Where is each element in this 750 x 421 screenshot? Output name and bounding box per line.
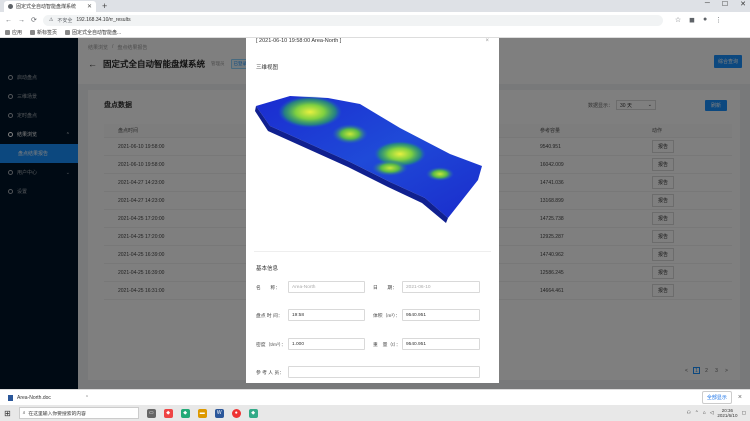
download-bar-close-icon[interactable]: × <box>738 394 742 401</box>
browser-tab[interactable]: 固定式全自动智能盘煤系统 ✕ <box>4 1 96 12</box>
3d-surface-view[interactable] <box>250 82 490 248</box>
taskbar: ⊞ ⌕ 在这里输入你要搜索的内容 ▭ ◆ ◆ ▬ W ● ◆ ⚇ ⌃ ⌂ ◁ 2… <box>0 405 750 421</box>
new-tab-button[interactable]: + <box>102 1 107 11</box>
windows-start-icon[interactable]: ⊞ <box>4 409 11 418</box>
report-modal: [ 2021-06-10 19:58:00 Area-North ] × 三维视… <box>246 38 499 383</box>
time-label: 盘点 时 间： <box>256 314 283 319</box>
form-row-density-weight: 密度（t/m³）： 1.000 重 量（t）： 9540.951 <box>256 338 489 351</box>
address-bar[interactable]: ⚠ 不安全 192.168.34.10/rr_results <box>42 14 663 26</box>
download-item[interactable]: Area-North.doc ⌃ <box>8 394 89 401</box>
extension-icon[interactable]: ◼ <box>689 16 695 24</box>
task-view-icon[interactable]: ▭ <box>146 408 156 418</box>
page-icon <box>30 30 36 35</box>
apps-grid-icon <box>5 30 10 35</box>
volume-icon[interactable]: ◁ <box>710 411 714 416</box>
maximize-icon[interactable]: ☐ <box>722 0 728 8</box>
globe-icon <box>65 30 71 35</box>
word-icon[interactable]: W <box>214 408 224 418</box>
search-icon: ⌕ <box>22 411 26 416</box>
window-close-icon[interactable]: ✕ <box>740 0 746 8</box>
clock-date: 2021/6/10 <box>717 413 738 418</box>
url-text: 192.168.34.10/rr_results <box>76 17 131 23</box>
address-bar-row: ← → ⟳ ⚠ 不安全 192.168.34.10/rr_results ☆ ◼… <box>0 12 750 29</box>
people-icon[interactable]: ⚇ <box>686 411 690 416</box>
modal-header: [ 2021-06-10 19:58:00 Area-North ] × <box>246 38 499 45</box>
word-doc-icon <box>8 394 13 401</box>
reference-label: 参 考 人 员： <box>256 371 284 376</box>
tab-title: 固定式全自动智能盘煤系统 <box>16 4 77 10</box>
density-field[interactable]: 1.000 <box>288 338 365 350</box>
form-row-time-volume: 盘点 时 间： 19:58 体积（m³）： 9540.951 <box>256 309 489 322</box>
tab-favicon-icon <box>8 4 13 9</box>
volume-field[interactable]: 9540.951 <box>402 309 480 321</box>
taskbar-search[interactable]: ⌕ 在这里输入你要搜索的内容 <box>18 407 139 419</box>
bookmarks-bar: 应用 新标签页 固定式全自动智能盘... <box>0 28 750 38</box>
insecure-label: 不安全 <box>57 17 73 24</box>
bookmark-label: 固定式全自动智能盘... <box>72 30 122 36</box>
density-label: 密度（t/m³）： <box>256 343 286 348</box>
minimize-icon[interactable]: ─ <box>705 0 710 8</box>
modal-title: [ 2021-06-10 19:58:00 Area-North ] <box>256 38 342 44</box>
bookmark-label: 应用 <box>12 30 23 36</box>
reference-field[interactable] <box>288 366 480 378</box>
surface-peak <box>372 160 408 176</box>
bookmark-apps[interactable]: 应用 <box>5 29 22 36</box>
app-icon[interactable]: ◆ <box>248 408 258 418</box>
browser-tab-bar: 固定式全自动智能盘煤系统 ✕ + ─ ☐ ✕ <box>0 0 750 12</box>
volume-label: 体积（m³）： <box>373 314 401 319</box>
download-filename: Area-North.doc <box>17 394 51 401</box>
date-field[interactable]: 2021-06-10 <box>402 281 480 293</box>
taskbar-clock[interactable]: 20:36 2021/6/10 <box>717 408 737 419</box>
insecure-warning-icon: ⚠ <box>48 17 54 23</box>
forward-arrow-icon[interactable]: → <box>18 17 25 24</box>
form-row-name-date: 名 称： Area-North 日 期： 2021-06-10 <box>256 281 489 294</box>
weight-label: 重 量（t）： <box>373 343 401 348</box>
bookmark-label: 新标签页 <box>37 30 58 36</box>
window-controls: ─ ☐ ✕ <box>705 0 746 8</box>
chevron-up-icon[interactable]: ⌃ <box>695 411 699 416</box>
weight-field[interactable]: 9540.951 <box>402 338 480 350</box>
time-field[interactable]: 19:58 <box>288 309 365 321</box>
app-icon[interactable]: ◆ <box>180 408 190 418</box>
surface-peak <box>426 167 454 181</box>
show-all-downloads-button[interactable]: 全部显示 <box>701 391 732 404</box>
search-placeholder: 在这里输入你要搜索的内容 <box>28 411 86 417</box>
date-label: 日 期： <box>373 286 397 291</box>
name-field[interactable]: Area-North <box>288 281 365 293</box>
folder-icon[interactable]: ▬ <box>197 408 207 418</box>
modal-close-icon[interactable]: × <box>485 38 489 44</box>
name-label: 名 称： <box>256 286 280 291</box>
network-icon[interactable]: ⌂ <box>703 411 706 416</box>
chrome-icon[interactable]: ● <box>231 408 241 418</box>
system-tray: ⚇ ⌃ ⌂ ◁ 20:36 2021/6/10 ▢ <box>686 408 746 419</box>
surface-peak <box>278 96 342 128</box>
reload-icon[interactable]: ⟳ <box>31 16 37 24</box>
tab-close-icon[interactable]: ✕ <box>87 3 92 10</box>
menu-dots-icon[interactable]: ⋮ <box>715 16 722 24</box>
app-icon[interactable]: ◆ <box>163 408 173 418</box>
surface-peak <box>332 124 368 144</box>
back-arrow-icon[interactable]: ← <box>5 17 12 24</box>
chevron-up-icon[interactable]: ⌃ <box>85 395 89 401</box>
section-info-title: 基本信息 <box>256 266 279 272</box>
profile-icon[interactable]: ● <box>703 16 707 23</box>
modal-divider <box>254 251 491 252</box>
bookmark-system[interactable]: 固定式全自动智能盘... <box>65 29 121 36</box>
form-row-reference: 参 考 人 员： <box>256 366 489 379</box>
download-bar: Area-North.doc ⌃ 全部显示 × <box>0 389 750 405</box>
section-3d-title: 三维视图 <box>256 65 279 71</box>
bookmark-newtab[interactable]: 新标签页 <box>30 29 57 36</box>
star-icon[interactable]: ☆ <box>675 16 681 24</box>
notification-icon[interactable]: ▢ <box>741 411 746 416</box>
